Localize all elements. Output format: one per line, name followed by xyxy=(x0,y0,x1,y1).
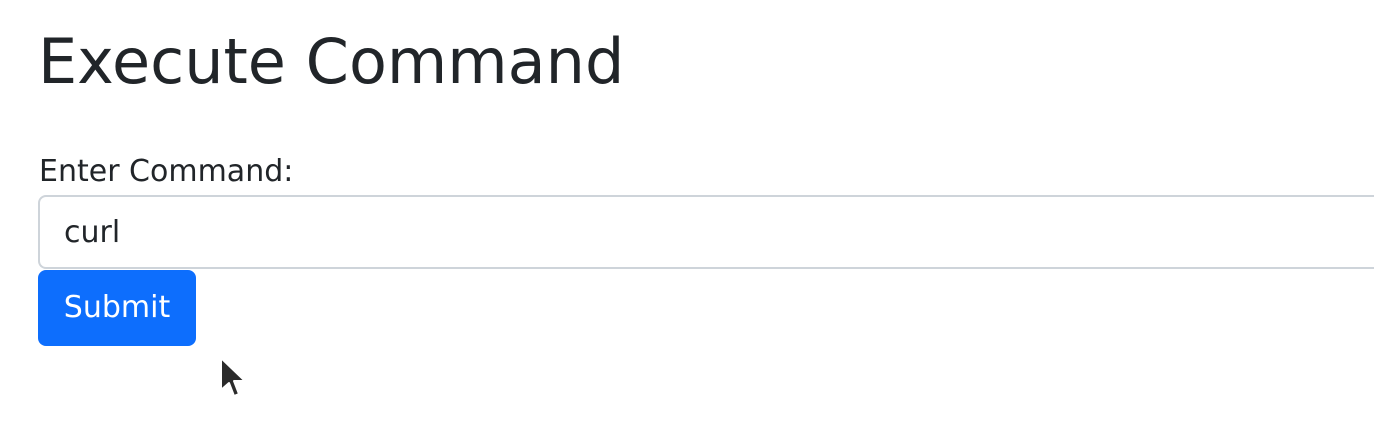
mouse-pointer-icon xyxy=(220,357,246,397)
command-label: Enter Command: xyxy=(39,154,294,189)
submit-button[interactable]: Submit xyxy=(38,270,196,346)
command-input[interactable] xyxy=(38,195,1374,269)
page-title: Execute Command xyxy=(38,25,625,98)
page-container: Execute Command Enter Command: Submit xyxy=(0,0,1374,424)
